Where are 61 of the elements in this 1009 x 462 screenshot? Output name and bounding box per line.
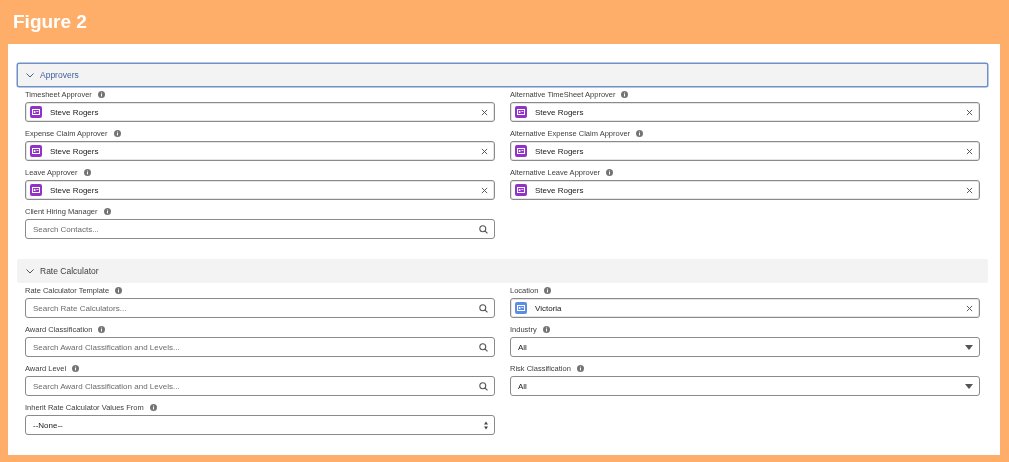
caret-down-icon xyxy=(965,383,973,389)
placeholder-text: Search Award Classification and Levels... xyxy=(32,342,181,352)
info-icon[interactable] xyxy=(542,326,550,333)
lookup-field[interactable]: Steve Rogers xyxy=(510,141,980,161)
chevron-down-icon xyxy=(26,72,34,78)
info-icon[interactable] xyxy=(576,365,584,372)
lookup-field[interactable]: Steve Rogers xyxy=(510,180,980,200)
search-field[interactable]: Search Award Classification and Levels... xyxy=(25,337,495,357)
selected-value: Victoria xyxy=(535,303,563,313)
placeholder-text: Search Award Classification and Levels... xyxy=(32,381,181,391)
info-icon[interactable] xyxy=(606,169,614,176)
section-header[interactable]: Approvers xyxy=(17,63,988,87)
info-icon[interactable] xyxy=(115,287,123,294)
selected-value: All xyxy=(517,342,528,352)
info-icon[interactable] xyxy=(621,91,629,98)
clear-icon[interactable] xyxy=(481,108,488,116)
placeholder-text: Search Rate Calculators... xyxy=(32,303,128,313)
search-icon xyxy=(479,224,488,234)
selected-value: Steve Rogers xyxy=(50,107,100,117)
selected-value: Steve Rogers xyxy=(535,107,585,117)
clear-icon[interactable] xyxy=(966,186,973,194)
info-icon[interactable] xyxy=(72,365,80,372)
search-icon xyxy=(479,303,488,313)
lookup-field[interactable]: Victoria xyxy=(510,298,980,318)
info-icon[interactable] xyxy=(103,208,111,215)
clear-icon[interactable] xyxy=(481,186,488,194)
selected-value: --None-- xyxy=(32,420,64,430)
section-header[interactable]: Rate Calculator xyxy=(17,259,988,283)
figure-title: Figure 2 xyxy=(13,11,87,33)
chevron-down-icon xyxy=(26,268,34,274)
info-icon[interactable] xyxy=(149,404,157,411)
lookup-field[interactable]: Steve Rogers xyxy=(510,102,980,122)
selected-value: Steve Rogers xyxy=(535,146,585,156)
clear-icon[interactable] xyxy=(481,147,488,155)
clear-icon[interactable] xyxy=(966,108,973,116)
selected-value: Steve Rogers xyxy=(50,185,100,195)
dropdown-field[interactable]: All xyxy=(510,337,980,357)
up-down-arrows-icon xyxy=(484,420,488,430)
selected-value: All xyxy=(517,381,528,391)
lookup-field[interactable]: Steve Rogers xyxy=(25,141,495,161)
caret-down-icon xyxy=(965,344,973,350)
search-icon xyxy=(479,342,488,352)
placeholder-text: Search Contacts... xyxy=(32,224,100,234)
info-icon[interactable] xyxy=(636,130,644,137)
info-icon[interactable] xyxy=(83,169,91,176)
search-field[interactable]: Search Contacts... xyxy=(25,219,495,239)
info-icon[interactable] xyxy=(97,91,105,98)
info-icon[interactable] xyxy=(113,130,121,137)
dropdown-field[interactable]: All xyxy=(510,376,980,396)
search-icon xyxy=(479,381,488,391)
search-field[interactable]: Search Rate Calculators... xyxy=(25,298,495,318)
select-field[interactable]: --None-- xyxy=(25,415,495,435)
search-field[interactable]: Search Award Classification and Levels... xyxy=(25,376,495,396)
info-icon[interactable] xyxy=(544,287,552,294)
clear-icon[interactable] xyxy=(966,147,973,155)
selected-value: Steve Rogers xyxy=(535,185,585,195)
selected-value: Steve Rogers xyxy=(50,146,100,156)
info-icon[interactable] xyxy=(98,326,106,333)
lookup-field[interactable]: Steve Rogers xyxy=(25,180,495,200)
clear-icon[interactable] xyxy=(966,304,973,312)
lookup-field[interactable]: Steve Rogers xyxy=(25,102,495,122)
